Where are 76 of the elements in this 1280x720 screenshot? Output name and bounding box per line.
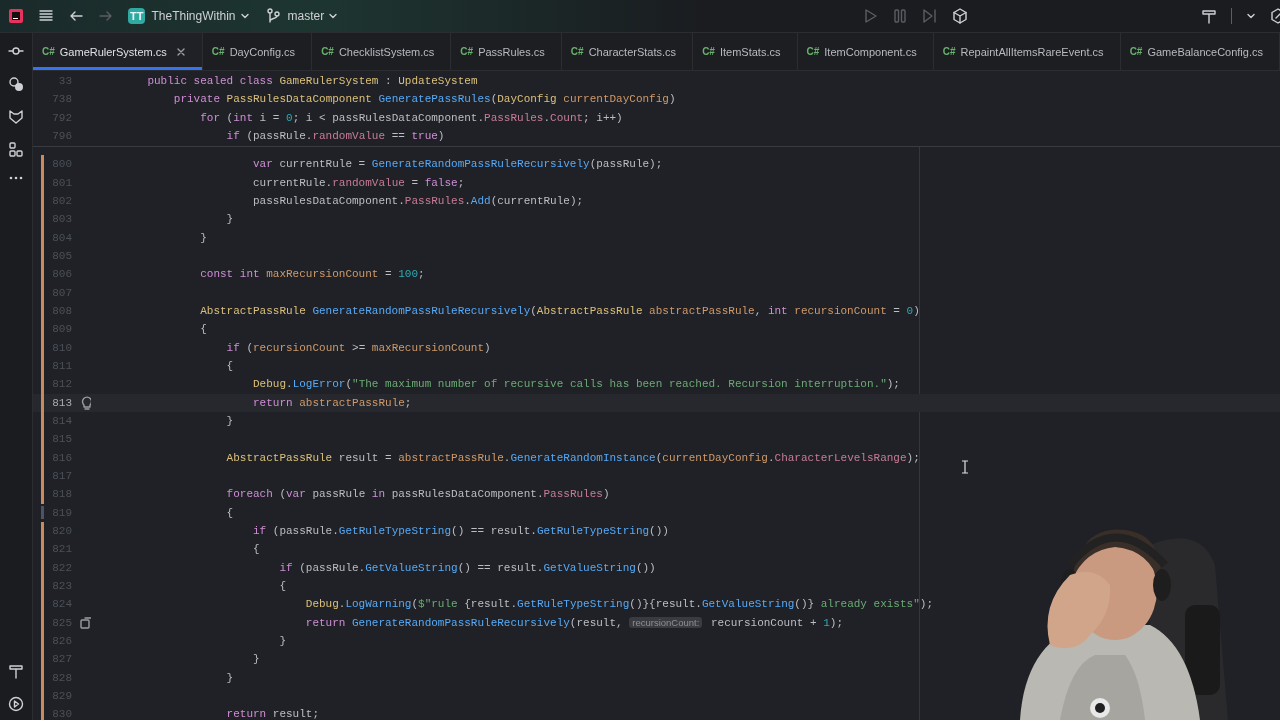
file-type-label: C# (1129, 46, 1143, 57)
file-type-label: C# (942, 46, 956, 57)
file-type-label: C# (211, 46, 225, 57)
file-type-label: C# (806, 46, 820, 57)
code-line: AbstractPassRule GenerateRandomPassRuleRecursively(AbstractPassRule abstractPassRule, int recursionCount = 0) (200, 305, 920, 318)
code-line: Debug.LogWarning($"rule {result.GetRuleTypeString()}{result.GetValueString()} already exists"); (305, 598, 933, 611)
text-cursor-icon (961, 460, 969, 474)
code-line: { (200, 323, 207, 336)
file-type-label: C# (702, 46, 715, 57)
code-line: { (226, 506, 234, 519)
code-line: private PassRulesDataComponent GeneratePassRules(DayConfig currentDayConfig) (173, 93, 676, 106)
code-line: public sealed class GameRulerSystem : UpdateSystem (147, 75, 478, 88)
file-tab[interactable]: C# GameBalanceConfig.cs (1120, 33, 1280, 70)
code-line: } (226, 213, 234, 226)
tab-label: ItemComponent.cs (824, 45, 917, 58)
chevron-down-icon[interactable] (239, 11, 250, 21)
cube-icon[interactable] (951, 8, 968, 24)
code-line: currentRule.randomValue = false; (253, 176, 465, 189)
code-line: } (253, 653, 260, 666)
file-tab[interactable]: C# CharacterStats.cs (561, 33, 694, 70)
app-logo-icon[interactable] (8, 8, 24, 24)
code-line: { (279, 580, 286, 592)
file-type-label: C# (460, 46, 474, 57)
code-line: } (226, 671, 234, 684)
code-line: } (200, 231, 207, 244)
code-line: } (279, 635, 286, 647)
code-line: if (passRule.GetRuleTypeString() == result.GetRuleTypeString()) (253, 525, 669, 538)
code-line: if (passRule.GetValueString() == result.GetValueString()) (279, 561, 656, 574)
code-line: return result; (226, 708, 320, 720)
code-line: foreach (var passRule in passRulesDataComponent.PassRules) (226, 488, 610, 501)
code-line: for (int i = 0; i < passRulesDataComponent.PassRules.Count; i++) (200, 111, 623, 124)
run-icon[interactable] (8, 696, 24, 712)
code-line: if (recursionCount >= maxRecursionCount) (226, 341, 491, 354)
code-line: const int maxRecursionCount = 100; (200, 268, 425, 281)
tab-label: GameRulerSystem.cs (59, 45, 167, 58)
tab-label: GameBalanceConfig.cs (1147, 45, 1263, 58)
project-name[interactable]: TheThingWithin (151, 9, 236, 23)
file-tab[interactable]: C# DayConfig.cs (202, 33, 313, 70)
code-line: if (passRule.randomValue == true) (226, 130, 445, 143)
code-line: return GenerateRandomPassRuleRecursively(result, recursionCount: recursionCount + 1); (305, 616, 843, 629)
file-tab[interactable]: C# PassRules.cs (451, 33, 562, 70)
override-icon[interactable] (79, 615, 91, 631)
file-type-label: C# (321, 46, 334, 57)
file-tab[interactable]: C# RepaintAllItemsRareEvent.cs (933, 33, 1121, 70)
file-tab[interactable]: C# GameRulerSystem.cs (33, 33, 203, 70)
tab-label: ChecklistSystem.cs (338, 45, 435, 58)
file-type-label: C# (570, 46, 584, 57)
code-line: AbstractPassRule result = abstractPassRule.GenerateRandomInstance(currentDayConfig.CharacterLevelsRange); (226, 451, 920, 464)
file-type-label: C# (42, 46, 55, 57)
code-line: { (253, 543, 260, 556)
bulb-icon[interactable] (79, 395, 91, 411)
code-line: var currentRule = GenerateRandomPassRuleRecursively(passRule); (253, 158, 663, 171)
code-line: return abstractPassRule; (253, 396, 412, 409)
file-tab[interactable]: C# ItemComponent.cs (797, 33, 934, 70)
tab-label: RepaintAllItemsRareEvent.cs (960, 45, 1104, 58)
tab-label: CharacterStats.cs (588, 45, 677, 58)
branch-icon (265, 8, 280, 24)
close-icon[interactable] (175, 46, 186, 57)
tab-label: DayConfig.cs (229, 45, 296, 58)
tab-label: PassRules.cs (478, 45, 545, 58)
tab-label: ItemStats.cs (719, 45, 781, 58)
branch-name[interactable]: master (287, 9, 325, 23)
more-icon[interactable] (8, 175, 24, 181)
code-line: passRulesDataComponent.PassRules.Add(currentRule); (253, 195, 584, 208)
code-line: Debug.LogError("The maximum number of recursive calls has been reached. Recursion interruption."); (253, 378, 900, 391)
cat-icon[interactable] (8, 109, 24, 125)
code-line: } (226, 415, 234, 428)
structure-icon[interactable] (8, 142, 24, 158)
code-line: { (226, 360, 234, 373)
file-tab[interactable]: C# ChecklistSystem.cs (312, 33, 452, 70)
chevron-down-icon[interactable] (1246, 11, 1256, 21)
line-number: 813 (51, 396, 72, 409)
project-badge: TT (128, 8, 146, 24)
file-tab[interactable]: C# ItemStats.cs (693, 33, 798, 70)
menu-icon[interactable] (38, 9, 54, 23)
chevron-down-icon[interactable] (328, 11, 339, 21)
